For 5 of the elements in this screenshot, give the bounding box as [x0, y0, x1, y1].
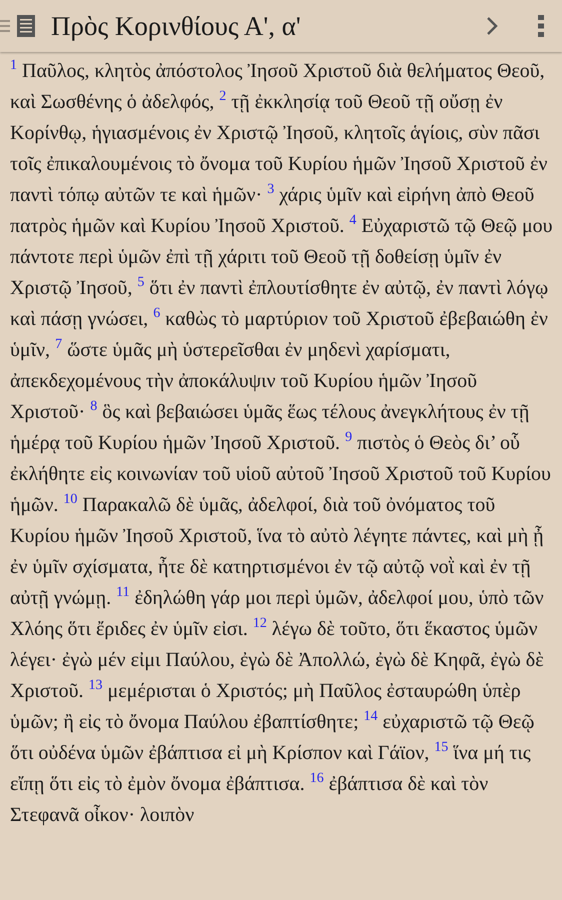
- chapter-text: $^{1}$ Παῦλος, κλητὸς ἀπόστολος Ἰησοῦ Χριστοῦ διὰ θελήματος Θεοῦ, καὶ Σωσθένης ὁ ἀδελφός, $^{2}$ τῇ ἐκκλησίᾳ τοῦ Θεοῦ τῇ οὔσῃ ἐν Κορίνθῳ, ἡγιασμένοις ἐν Χριστῷ Ἰησοῦ, κλητοῖς ἁγίοις, σὺν πᾶσι τοῖς ἐπικαλουμένοις τὸ ὄνομα τοῦ Κυρίου ἡμῶν Ἰησοῦ Χριστοῦ ἐν παντὶ τόπῳ αὐτῶν τε καὶ ἡμῶν· $^{3}$ χάρις ὑμῖν καὶ εἰρήνη ἀπὸ Θεοῦ πατρὸς ἡμῶν καὶ Κυρίου Ἰησοῦ Χριστοῦ. $^{4}$ Εὐχαριστῶ τῷ Θεῷ μου πάντοτε περὶ ὑμῶν ἐπὶ τῇ χάριτι τοῦ Θεοῦ τῇ δοθείσῃ ὑμῖν ἐν Χριστῷ Ἰησοῦ, $^{5}$ ὅτι ἐν παντὶ ἐπλουτίσθητε ἐν αὐτῷ, ἐν παντὶ λόγῳ καὶ πάσῃ γνώσει, $^{6}$ καθὼς τὸ μαρτύριον τοῦ Χριστοῦ ἐβεβαιώθη ἐν ὑμῖν, $^{7}$ ὥστε ὑμᾶς μὴ ὑστερεῖσθαι ἐν μηδενὶ χαρίσματι, ἀπεκδεχομένους τὴν ἀποκάλυψιν τοῦ Κυρίου ἡμῶν Ἰησοῦ Χριστοῦ· $^{8}$ ὃς καὶ βεβαιώσει ὑμᾶς ἕως τέλους ἀνεγκλήτους ἐν τῇ ἡμέρᾳ τοῦ Κυρίου ἡμῶν Ἰησοῦ Χριστοῦ. $^{9}$ πιστὸς ὁ Θεὸς δι’ οὗ ἐκλήθητε εἰς κοινωνίαν τοῦ υἱοῦ αὐτοῦ Ἰησοῦ Χριστοῦ τοῦ Κυρίου ἡμῶν. $^{10}$ Παρακαλῶ δὲ ὑμᾶς, ἀδελφοί, διὰ τοῦ ὀνόματος τοῦ Κυρίου ἡμῶν Ἰησοῦ Χριστοῦ, ἵνα τὸ αὐτὸ λέγητε πάντες, καὶ μὴ ᾖ ἐν ὑμῖν σχίσματα, ἦτε δὲ κατηρτισμένοι ἐν τῷ αὐτῷ νοῒ καὶ ἐν τῇ αὐτῇ γνώμῃ. $^{11}$ ἐδηλώθη γάρ μοι περὶ ὑμῶν, ἀδελφοί μου, ὑπὸ τῶν Χλόης ὅτι ἔριδες ἐν ὑμῖν εἰσι. $^{12}$ λέγω δὲ τοῦτο, ὅτι ἕκαστος ὑμῶν λέγει· ἐγὼ μέν εἰμι Παύλου, ἐγὼ δὲ Ἀπολλώ, ἐγὼ δὲ Κηφᾶ, ἐγὼ δὲ Χριστοῦ. $^{13}$ μεμέρισται ὁ Χριστός; μὴ Παῦλος ἐσταυρώθη ὑπὲρ ὑμῶν; ἢ εἰς τὸ ὄνομα Παύλου ἐβαπτίσθητε; $^{14}$ εὐχαριστῶ τῷ Θεῷ ὅτι οὐδένα ὑμῶν ἐβάπτισα εἰ μὴ Κρίσπον καὶ Γάϊον, $^{15}$ ἵνα μή τις εἴπῃ ὅτι εἰς τὸ ἐμὸν ὄνομα ἐβάπτισα. $^{16}$ ἐβάπτισα δὲ καὶ τὸν Στεφανᾶ οἶκον· λοιπὸν: [10, 57, 554, 828]
- chapter-title: Πρὸς Κορινθίους Α', α': [51, 10, 302, 42]
- document-icon[interactable]: [17, 15, 35, 37]
- next-chevron-icon[interactable]: [486, 16, 498, 36]
- more-icon[interactable]: [538, 15, 544, 37]
